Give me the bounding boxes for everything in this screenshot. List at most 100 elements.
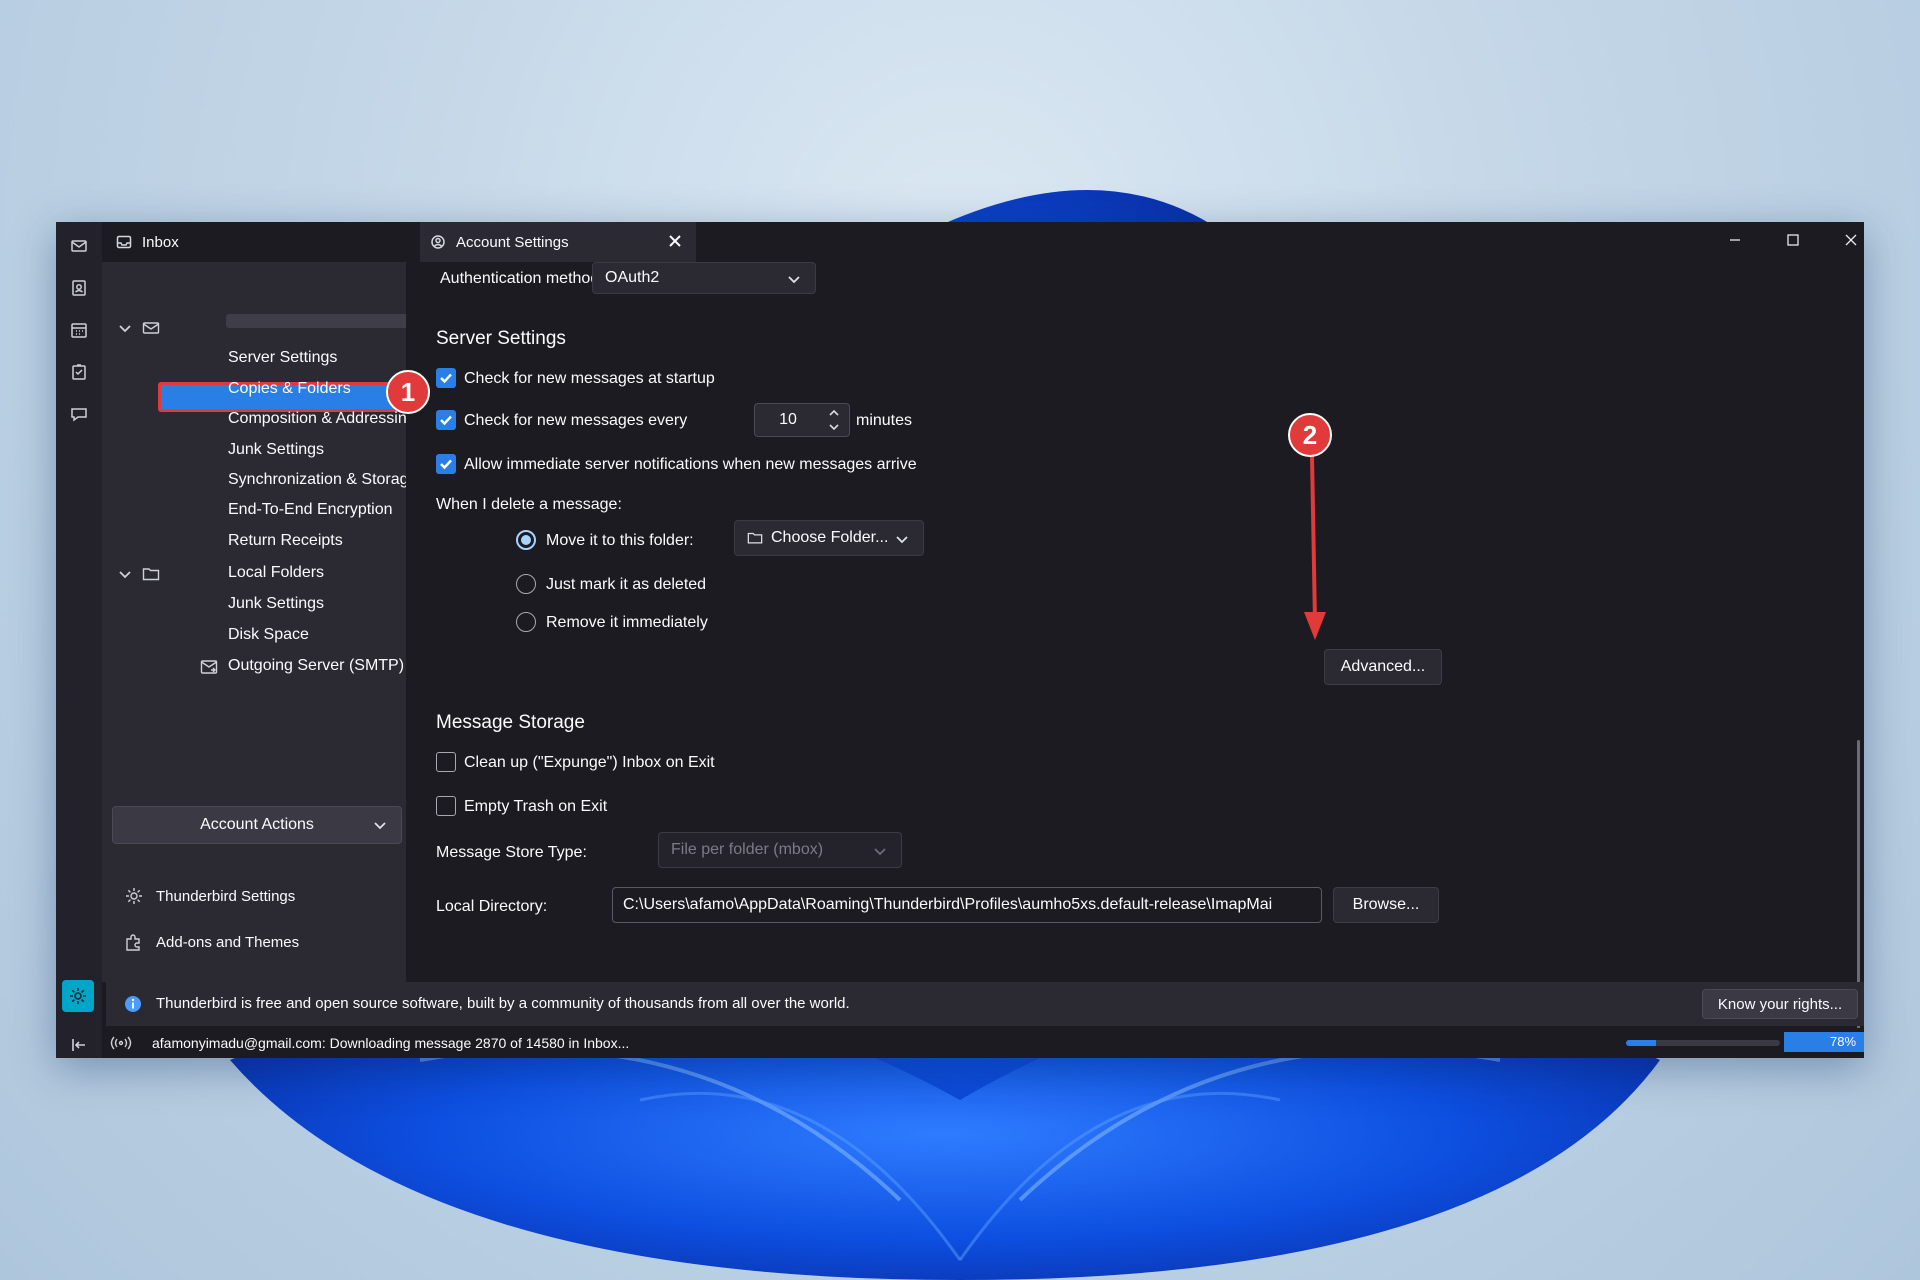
store-type-select: File per folder (mbox) — [658, 832, 902, 868]
check-interval-value: 10 — [779, 411, 797, 428]
status-text: afamonyimadu@gmail.com: Downloading mess… — [152, 1035, 630, 1051]
spaces-toolbar — [56, 222, 102, 1058]
check-startup-checkbox[interactable] — [436, 368, 456, 388]
mail-space-icon[interactable] — [67, 234, 91, 258]
local-directory-field[interactable]: C:\Users\afamo\AppData\Roaming\Thunderbi… — [612, 887, 1322, 923]
address-book-icon[interactable] — [67, 276, 91, 300]
notification-bar: Thunderbird is free and open source soft… — [106, 982, 1864, 1026]
local-directory-label: Local Directory: — [436, 898, 548, 915]
account-settings-icon — [431, 235, 445, 249]
close-window-button[interactable] — [1822, 222, 1864, 258]
folder-icon — [142, 565, 160, 583]
chevron-down-icon[interactable] — [118, 567, 132, 581]
check-every-checkbox[interactable] — [436, 410, 456, 430]
notification-message: Thunderbird is free and open source soft… — [156, 995, 850, 1012]
tab-inbox[interactable]: Inbox — [116, 222, 366, 262]
empty-trash-checkbox[interactable] — [436, 796, 456, 816]
account-actions-button[interactable]: Account Actions — [112, 806, 402, 844]
mail-account-icon — [142, 319, 160, 337]
annotation-badge-2: 2 — [1288, 413, 1332, 457]
remove-immediately-radio[interactable] — [516, 612, 536, 632]
check-startup-label: Check for new messages at startup — [464, 370, 715, 387]
auth-method-label: Authentication method: — [440, 270, 604, 287]
sidebar-item-junk-settings[interactable]: Junk Settings — [228, 436, 324, 464]
sidebar-item-server-settings[interactable]: Server Settings — [228, 344, 337, 372]
auth-method-value: OAuth2 — [605, 269, 660, 286]
account-tree-sidebar: Server Settings Copies & Folders Composi… — [102, 262, 448, 982]
move-to-folder-radio[interactable] — [516, 530, 536, 550]
move-to-folder-label: Move it to this folder: — [546, 532, 694, 549]
chevron-down-icon[interactable] — [823, 420, 845, 434]
sidebar-item-return-receipts[interactable]: Return Receipts — [228, 527, 343, 555]
close-tab-icon[interactable] — [668, 234, 684, 250]
thunderbird-settings-link[interactable]: Thunderbird Settings — [124, 886, 295, 906]
browse-button[interactable]: Browse... — [1333, 887, 1439, 923]
folder-icon — [747, 532, 763, 544]
minimize-button[interactable] — [1706, 222, 1764, 258]
store-type-label: Message Store Type: — [436, 844, 587, 861]
download-progress-fill — [1626, 1040, 1657, 1046]
chevron-down-icon — [787, 272, 801, 291]
clean-up-checkbox[interactable] — [436, 752, 456, 772]
puzzle-icon — [126, 934, 140, 951]
account-actions-label: Account Actions — [200, 816, 314, 833]
download-progress-bar — [1626, 1040, 1780, 1046]
tab-account-settings-label: Account Settings — [456, 233, 569, 251]
choose-folder-select[interactable]: Choose Folder... — [734, 520, 924, 556]
tab-account-settings[interactable]: Account Settings — [420, 222, 696, 262]
collapse-spaces-icon[interactable] — [70, 1036, 88, 1058]
sidebar-item-copies-folders[interactable]: Copies & Folders — [228, 375, 351, 403]
chat-icon[interactable] — [67, 402, 91, 426]
store-type-value: File per folder (mbox) — [671, 841, 824, 858]
chevron-down-icon — [895, 532, 909, 551]
advanced-button[interactable]: Advanced... — [1324, 649, 1442, 685]
addons-themes-label: Add-ons and Themes — [156, 933, 300, 951]
sidebar-item-composition[interactable]: Composition & Addressing — [228, 405, 416, 433]
activity-progress-label: 78% — [1829, 1034, 1857, 1049]
tab-inbox-label: Inbox — [142, 233, 179, 251]
thunderbird-settings-label: Thunderbird Settings — [156, 887, 296, 905]
tab-strip: Inbox Account Settings — [102, 222, 1864, 262]
mark-deleted-radio[interactable] — [516, 574, 536, 594]
inbox-icon — [116, 235, 132, 249]
check-interval-stepper[interactable]: 10 — [754, 403, 850, 437]
chevron-down-icon — [873, 844, 887, 863]
check-every-label: Check for new messages every — [464, 412, 688, 429]
sidebar-item-local-junk-settings[interactable]: Junk Settings — [228, 590, 324, 618]
activity-progress-bar: 78% — [1784, 1032, 1864, 1052]
calendar-icon[interactable] — [67, 318, 91, 342]
gear-icon — [126, 888, 142, 904]
thunderbird-window: Inbox Account Settings Server Settings C… — [56, 222, 1864, 1058]
sidebar-item-disk-space[interactable]: Disk Space — [228, 621, 309, 649]
online-status-icon[interactable] — [110, 1035, 132, 1054]
outgoing-server-icon — [200, 658, 218, 676]
chevron-up-icon[interactable] — [823, 406, 845, 420]
message-storage-heading: Message Storage — [436, 712, 585, 733]
info-icon — [124, 995, 142, 1017]
delete-message-label: When I delete a message: — [436, 496, 622, 513]
settings-gear-icon[interactable] — [62, 980, 94, 1012]
server-settings-heading: Server Settings — [436, 328, 566, 349]
maximize-button[interactable] — [1764, 222, 1822, 258]
remove-immediately-label: Remove it immediately — [546, 614, 708, 631]
mark-deleted-label: Just mark it as deleted — [546, 576, 707, 593]
allow-notifications-label: Allow immediate server notifications whe… — [464, 456, 917, 473]
allow-notifications-checkbox[interactable] — [436, 454, 456, 474]
empty-trash-label: Empty Trash on Exit — [464, 798, 608, 815]
sidebar-item-outgoing-server[interactable]: Outgoing Server (SMTP) — [228, 652, 404, 680]
minutes-label: minutes — [856, 412, 913, 429]
know-your-rights-button[interactable]: Know your rights... — [1702, 989, 1858, 1019]
annotation-badge-1: 1 — [386, 370, 430, 414]
auth-method-select[interactable]: OAuth2 — [592, 262, 816, 294]
chevron-down-icon[interactable] — [118, 321, 132, 335]
status-bar: afamonyimadu@gmail.com: Downloading mess… — [102, 1028, 1864, 1058]
choose-folder-label: Choose Folder... — [771, 529, 889, 546]
sidebar-item-local-folders[interactable]: Local Folders — [228, 559, 324, 587]
tasks-icon[interactable] — [67, 360, 91, 384]
clean-up-label: Clean up ("Expunge") Inbox on Exit — [464, 754, 715, 771]
chevron-down-icon — [373, 818, 387, 837]
addons-themes-link[interactable]: Add-ons and Themes — [124, 932, 299, 952]
server-settings-panel: Authentication method: OAuth2 Server Set… — [406, 262, 1864, 1058]
sidebar-item-e2e-encryption[interactable]: End-To-End Encryption — [228, 496, 393, 524]
sidebar-item-sync-storage[interactable]: Synchronization & Storage — [228, 466, 417, 494]
